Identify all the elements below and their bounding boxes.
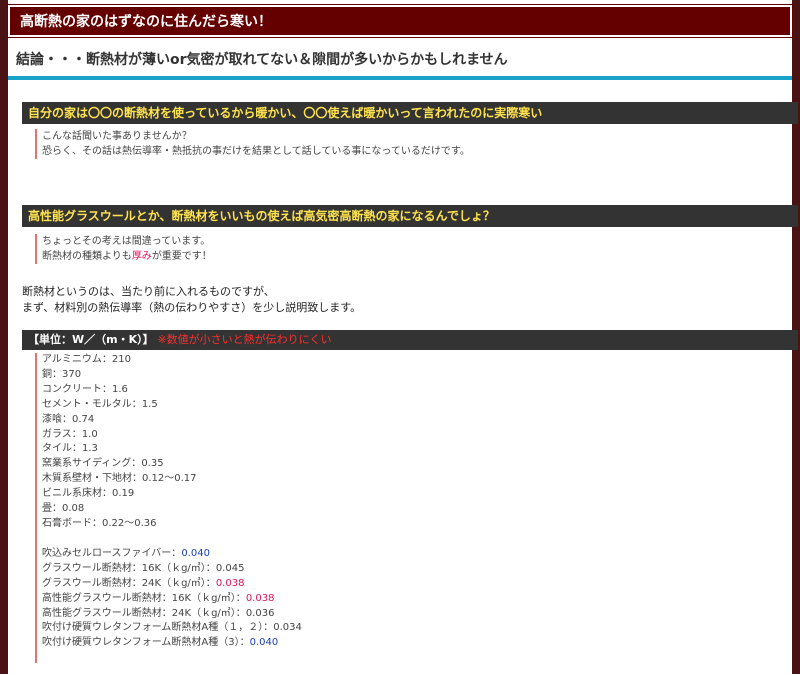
material-value: 0.045	[215, 562, 245, 574]
material-name: アルミニウム：	[42, 354, 112, 365]
material-item: 畳：0.08	[42, 502, 302, 517]
section2-quote: ちょっとその考えは間違っています。 断熱材の種類よりも厚みが重要です！	[35, 234, 212, 264]
emphasis-thickness: 厚み	[131, 251, 152, 262]
material-name: 銅：	[42, 368, 62, 380]
material-value: 0.036	[245, 607, 275, 619]
material-item: 高性能グラスウール断熱材：24K（ｋg/㎥）：0.036	[42, 607, 302, 622]
section2-line-2-a: 断熱材の種類よりも	[42, 251, 132, 262]
material-value: 370	[62, 368, 82, 380]
material-item: グラスウール断熱材：24K（ｋg/㎥）：0.038	[42, 577, 302, 592]
material-value: 210	[111, 354, 131, 365]
material-name: ガラス：	[42, 428, 82, 440]
material-name: 吹込みセルロースファイバー：	[42, 547, 182, 559]
material-item: 窯業系サイディング：0.35	[42, 457, 302, 472]
material-value: 0.74	[72, 413, 95, 425]
material-item: 銅：370	[42, 368, 302, 383]
material-value: 0.038	[215, 577, 245, 589]
material-item: 吹込みセルロースファイバー：0.040	[42, 547, 302, 562]
material-item: ガラス：1.0	[42, 428, 302, 443]
material-item: 吹付け硬質ウレタンフォーム断熱材A種（3）：0.040	[42, 636, 302, 651]
intro-paragraph: 断熱材というのは、当たり前に入れるものですが、 まず、材料別の熱伝導率（熱の伝わ…	[22, 284, 361, 316]
material-name: 石膏ボード：	[42, 517, 102, 529]
material-item: アルミニウム：210	[42, 353, 302, 368]
section2-heading: 高性能グラスウールとか、断熱材をいいもの使えば高気密高断熱の家になるんでしょ？	[22, 205, 798, 227]
material-name: タイル：	[42, 443, 82, 455]
section1-line-2: 恐らく、その話は熱伝導率・熱抵抗の事だけを結果として話している事になっているだけ…	[42, 146, 470, 157]
section1-heading: 自分の家は〇〇の断熱材を使っているから暖かい、〇〇使えば暖かいって言われたのに実…	[22, 102, 798, 124]
material-value: 1.6	[112, 383, 128, 395]
material-name: 吹付け硬質ウレタンフォーム断熱材A種（１，２）：	[42, 622, 274, 634]
material-item: タイル：1.3	[42, 442, 302, 457]
section1-line-1: こんな話聞いた事ありませんか？	[42, 131, 192, 142]
material-item: 漆喰：0.74	[42, 413, 302, 428]
material-value: 1.5	[141, 398, 158, 410]
material-name: 窯業系サイディング：	[42, 458, 142, 470]
material-name: 高性能グラスウール断熱材：16K（ｋg/㎥）：	[42, 592, 246, 604]
material-value: 0.040	[181, 547, 210, 559]
material-value: 1.3	[82, 443, 98, 455]
section2-line-1: ちょっとその考えは間違っています。	[42, 236, 211, 247]
material-item: 木質系壁材・下地材：0.12〜0.17	[42, 472, 302, 487]
material-item: 高性能グラスウール断熱材：16K（ｋg/㎥）：0.038	[42, 592, 302, 607]
material-value: 0.22〜0.36	[102, 517, 157, 529]
section1-quote: こんな話聞いた事ありませんか？ 恐らく、その話は熱伝導率・熱抵抗の事だけを結果と…	[35, 129, 470, 159]
material-item: グラスウール断熱材：16K（ｋg/㎥）：0.045	[42, 562, 302, 577]
conclusion-heading: 結論・・・断熱材が薄いor気密が取れてない＆隙間が多いからかもしれません	[8, 40, 792, 80]
material-value: 0.08	[62, 503, 85, 515]
material-name: グラスウール断熱材：16K（ｋg/㎥）：	[42, 562, 216, 574]
material-value: 0.034	[273, 622, 302, 634]
section2-line-2-b: が重要です！	[151, 251, 212, 262]
material-value: 1.0	[81, 428, 98, 440]
intro-line-1: 断熱材というのは、当たり前に入れるものですが、	[22, 285, 275, 298]
material-name: 高性能グラスウール断熱材：24K（ｋg/㎥）：	[42, 607, 246, 619]
material-value: 0.038	[245, 592, 275, 604]
material-list: アルミニウム：210 銅：370 コンクリート：1.6 セメント・モルタル：1.5 漆喰…	[35, 353, 302, 663]
material-name: グラスウール断熱材：24K（ｋg/㎥）：	[42, 577, 216, 589]
material-name: セメント・モルタル：	[42, 398, 142, 410]
material-name: 漆喰：	[42, 413, 72, 425]
material-name: コンクリート：	[42, 383, 112, 395]
section2-line-2: 断熱材の種類よりも厚みが重要です！	[42, 249, 212, 264]
material-value: 0.12〜0.17	[142, 473, 197, 485]
material-name: 木質系壁材・下地材：	[42, 473, 142, 485]
material-name: ビニル系床材：	[42, 488, 112, 500]
material-name: 吹付け硬質ウレタンフォーム断熱材A種（3）：	[42, 637, 250, 649]
intro-line-2: まず、材料別の熱伝導率（熱の伝わりやすさ）を少し説明致します。	[22, 301, 362, 314]
unit-note: ※数値が小さいと熱が伝わりにくい	[157, 333, 332, 346]
material-name: 畳：	[42, 503, 62, 515]
material-item: 吹付け硬質ウレタンフォーム断熱材A種（１，２）：0.034	[42, 621, 302, 636]
material-item: セメント・モルタル：1.5	[42, 398, 302, 413]
material-value: 0.040	[249, 637, 279, 649]
material-item: 石膏ボード：0.22〜0.36	[42, 517, 302, 532]
material-value: 0.19	[112, 488, 135, 500]
material-value: 0.35	[141, 458, 164, 470]
material-item: ビニル系床材：0.19	[42, 487, 302, 502]
material-item: コンクリート：1.6	[42, 383, 302, 398]
unit-label: 【単位：W／（m・K）】	[28, 333, 154, 346]
list-spacer	[42, 532, 302, 547]
unit-heading: 【単位：W／（m・K）】 ※数値が小さいと熱が伝わりにくい	[22, 330, 798, 350]
page-title: 高断熱の家のはずなのに住んだら寒い！	[7, 4, 793, 38]
